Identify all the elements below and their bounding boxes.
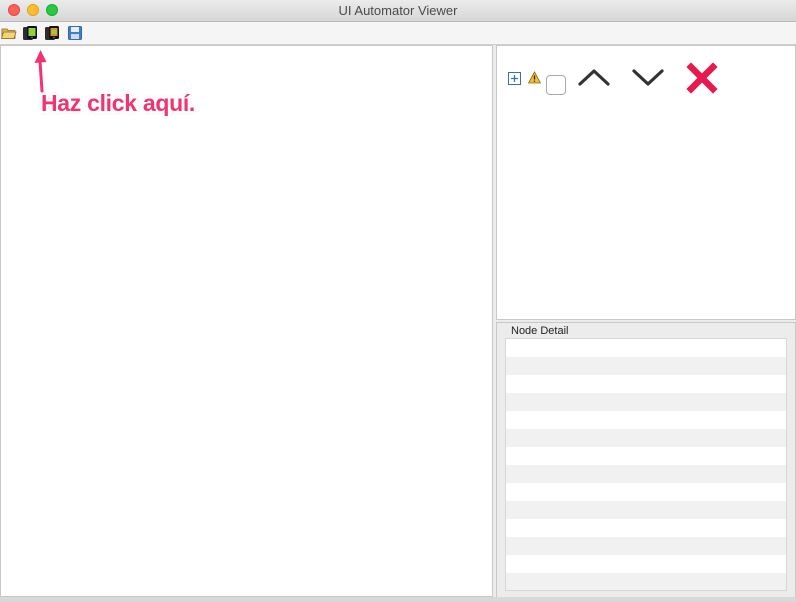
toolbar [0, 22, 796, 45]
expand-all-icon[interactable] [508, 72, 521, 90]
table-row[interactable] [506, 483, 786, 501]
screenshot-panel[interactable] [0, 45, 493, 597]
table-row[interactable] [506, 465, 786, 483]
table-row[interactable] [506, 519, 786, 537]
naf-checkbox[interactable] [546, 75, 566, 95]
status-strip [0, 597, 796, 602]
node-detail-title: Node Detail [511, 325, 569, 337]
annotation-arrow-icon [31, 47, 50, 93]
device-screenshot-compressed-icon[interactable] [44, 25, 60, 41]
node-detail-table[interactable] [505, 338, 787, 591]
window-title: UI Automator Viewer [338, 3, 458, 18]
warning-icon[interactable] [527, 71, 542, 89]
folder-open-icon[interactable] [0, 25, 17, 41]
table-row[interactable] [506, 501, 786, 519]
table-row[interactable] [506, 393, 786, 411]
chevron-up-icon[interactable] [577, 66, 611, 93]
device-screenshot-icon[interactable] [22, 25, 38, 41]
table-row[interactable] [506, 447, 786, 465]
table-row[interactable] [506, 555, 786, 573]
node-detail-panel: Node Detail [496, 322, 796, 599]
chevron-down-icon[interactable] [631, 66, 665, 93]
table-row[interactable] [506, 339, 786, 357]
table-row[interactable] [506, 375, 786, 393]
title-bar: UI Automator Viewer [0, 0, 796, 22]
table-row[interactable] [506, 357, 786, 375]
annotation-label: Haz click aquí. [41, 90, 196, 116]
table-row[interactable] [506, 411, 786, 429]
table-row[interactable] [506, 573, 786, 590]
save-icon[interactable] [67, 25, 83, 41]
table-row[interactable] [506, 429, 786, 447]
table-row[interactable] [506, 537, 786, 555]
clear-icon[interactable] [686, 62, 718, 99]
